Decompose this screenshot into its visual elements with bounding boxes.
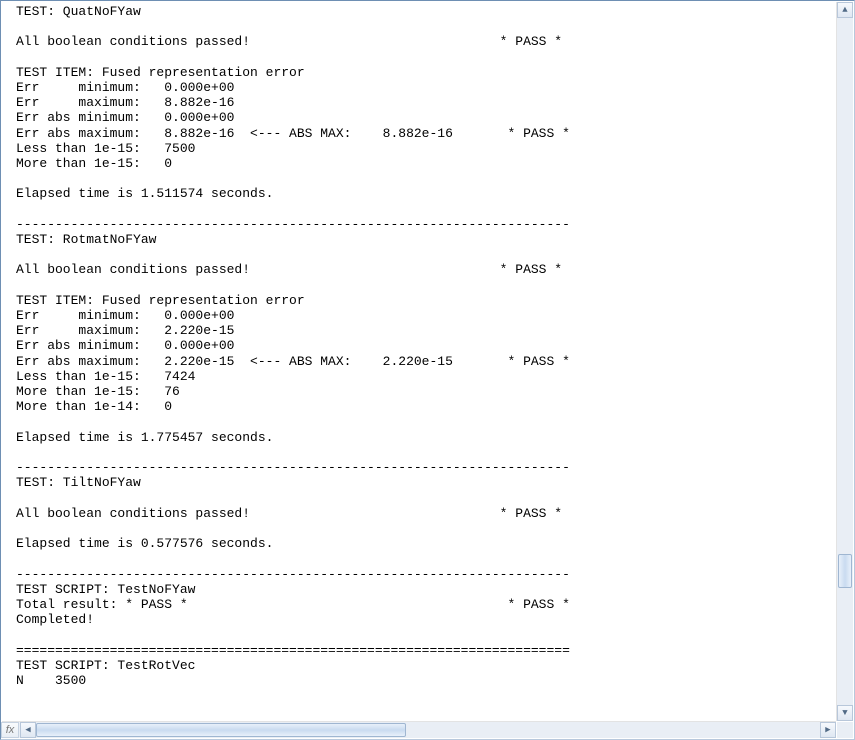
fx-button[interactable]: fx <box>1 722 19 738</box>
horizontal-scroll-thumb[interactable] <box>36 723 406 737</box>
scroll-up-arrow-icon[interactable]: ▲ <box>837 2 853 18</box>
console-window: TEST: QuatNoFYaw All boolean conditions … <box>0 0 855 740</box>
horizontal-scrollbar[interactable]: fx ◀ ▶ <box>2 721 836 738</box>
scroll-right-arrow-icon[interactable]: ▶ <box>820 722 836 738</box>
vertical-scroll-thumb[interactable] <box>838 554 852 588</box>
scroll-left-arrow-icon[interactable]: ◀ <box>20 722 36 738</box>
scroll-corner <box>837 722 853 738</box>
scroll-down-arrow-icon[interactable]: ▼ <box>837 705 853 721</box>
vertical-scrollbar[interactable]: ▲ ▼ <box>836 2 853 721</box>
console-viewport: TEST: QuatNoFYaw All boolean conditions … <box>2 2 836 721</box>
console-output: TEST: QuatNoFYaw All boolean conditions … <box>2 2 836 690</box>
